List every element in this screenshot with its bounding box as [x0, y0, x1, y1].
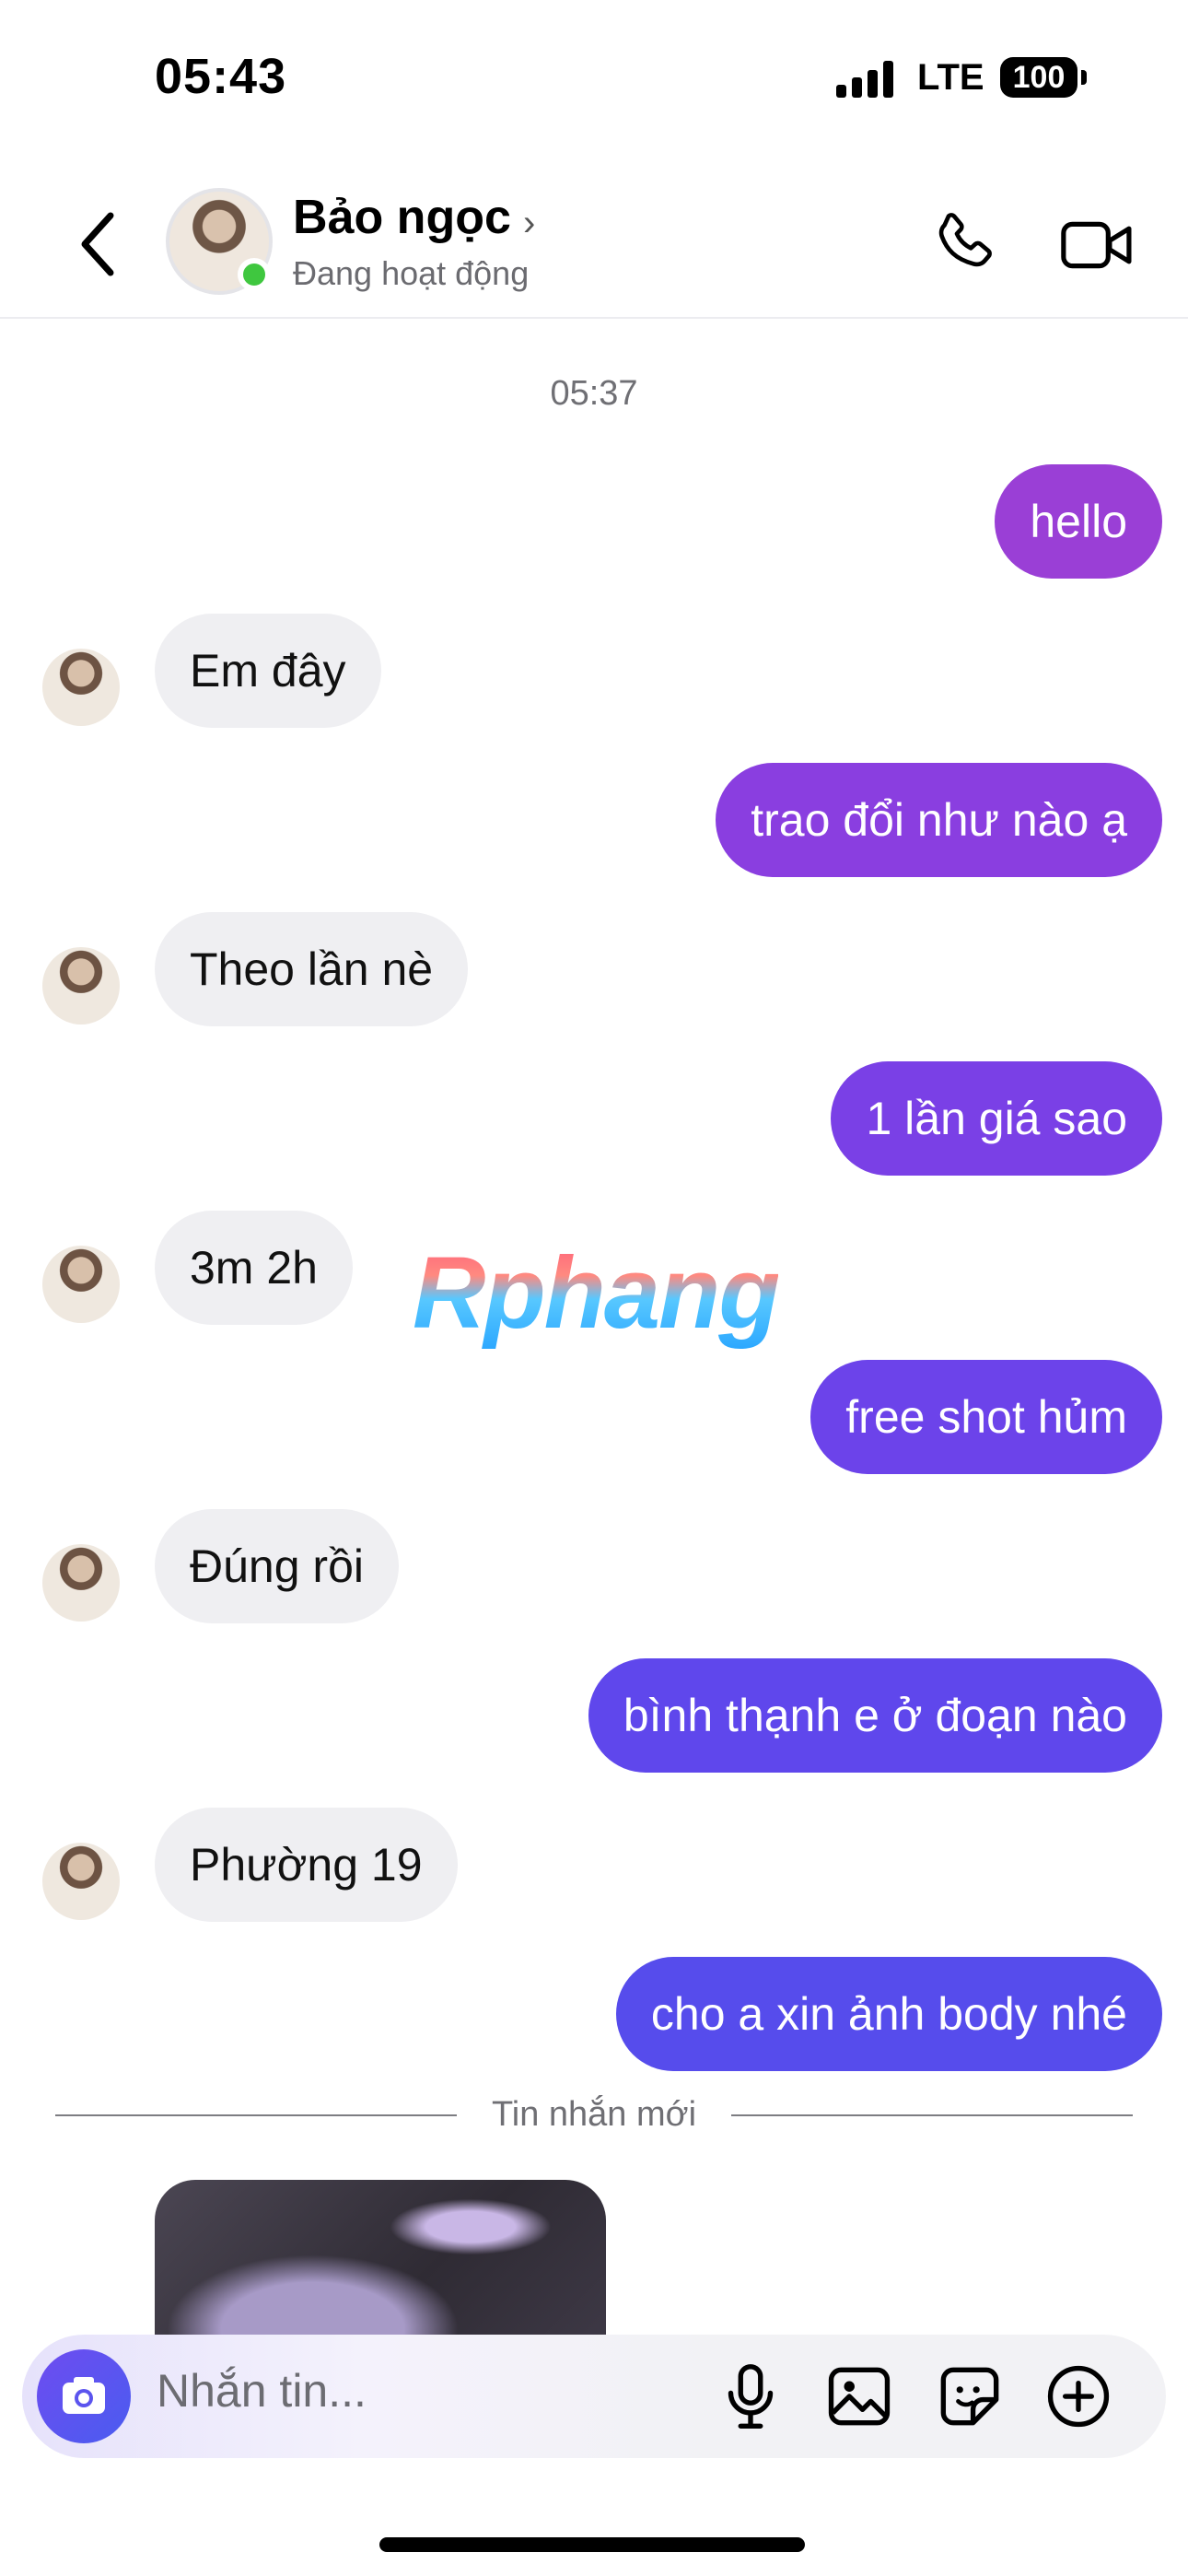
- message-row: cho a xin ảnh body nhé: [0, 1957, 1188, 2071]
- microphone-icon[interactable]: [711, 2357, 790, 2436]
- sender-avatar[interactable]: [42, 649, 120, 726]
- back-chevron-icon[interactable]: [64, 203, 138, 286]
- camera-icon[interactable]: [37, 2349, 131, 2443]
- chevron-right-icon[interactable]: ›: [523, 203, 535, 244]
- chat-header: Bảo ngọc › Đang hoạt động: [0, 175, 1188, 319]
- sender-avatar[interactable]: [42, 947, 120, 1025]
- network-type: LTE: [917, 57, 984, 98]
- message-row: Theo lần nè: [0, 912, 1188, 1026]
- message-row: Đúng rồi: [0, 1509, 1188, 1623]
- sender-avatar[interactable]: [42, 1246, 120, 1323]
- sent-message-bubble[interactable]: 1 lần giá sao: [831, 1061, 1162, 1176]
- contact-name[interactable]: Bảo ngọc: [293, 190, 511, 245]
- received-message-bubble[interactable]: 3m 2h: [155, 1211, 353, 1325]
- new-messages-label: Tin nhắn mới: [491, 2095, 697, 2134]
- received-message-bubble[interactable]: Phường 19: [155, 1808, 458, 1922]
- status-bar: 05:43 LTE 100: [0, 0, 1188, 157]
- plus-circle-icon[interactable]: [1039, 2357, 1118, 2436]
- video-camera-icon[interactable]: [1059, 208, 1136, 282]
- home-indicator: [379, 2537, 805, 2552]
- gallery-icon[interactable]: [820, 2357, 899, 2436]
- battery-icon: 100: [1000, 57, 1077, 98]
- battery-tip: [1081, 70, 1087, 85]
- message-row: 1 lần giá sao: [0, 1061, 1188, 1176]
- received-message-bubble[interactable]: Em đây: [155, 614, 381, 728]
- received-message-bubble[interactable]: Theo lần nè: [155, 912, 469, 1026]
- signal-icon: [836, 61, 895, 98]
- contact-status: Đang hoạt động: [293, 254, 530, 292]
- message-row: hello: [0, 464, 1188, 579]
- sent-message-bubble[interactable]: bình thạnh e ở đoạn nào: [588, 1658, 1162, 1773]
- new-messages-divider: Tin nhắn mới: [55, 2091, 1133, 2137]
- watermark-logo: Rphang: [413, 1236, 780, 1350]
- sent-message-bubble[interactable]: trao đổi như nào ạ: [716, 763, 1162, 877]
- conversation-timestamp: 05:37: [550, 374, 638, 413]
- message-input[interactable]: Nhắn tin...: [157, 2364, 367, 2418]
- sender-avatar[interactable]: [42, 1843, 120, 1920]
- sticker-icon[interactable]: [930, 2357, 1009, 2436]
- received-message-bubble[interactable]: Đúng rồi: [155, 1509, 399, 1623]
- sender-avatar[interactable]: [42, 1544, 120, 1622]
- message-composer: Nhắn tin...: [22, 2335, 1166, 2458]
- message-row: trao đổi như nào ạ: [0, 763, 1188, 877]
- status-time: 05:43: [155, 49, 287, 104]
- sent-message-bubble[interactable]: cho a xin ảnh body nhé: [615, 1957, 1162, 2071]
- sent-message-bubble[interactable]: free shot hủm: [810, 1360, 1162, 1474]
- message-row: free shot hủm: [0, 1360, 1188, 1474]
- sent-message-bubble[interactable]: hello: [995, 464, 1162, 579]
- message-row: Phường 19: [0, 1808, 1188, 1922]
- message-row: bình thạnh e ở đoạn nào: [0, 1658, 1188, 1773]
- phone-icon[interactable]: [928, 206, 1002, 280]
- online-indicator: [238, 258, 271, 291]
- message-row: Em đây: [0, 614, 1188, 728]
- image-message[interactable]: [155, 2180, 606, 2336]
